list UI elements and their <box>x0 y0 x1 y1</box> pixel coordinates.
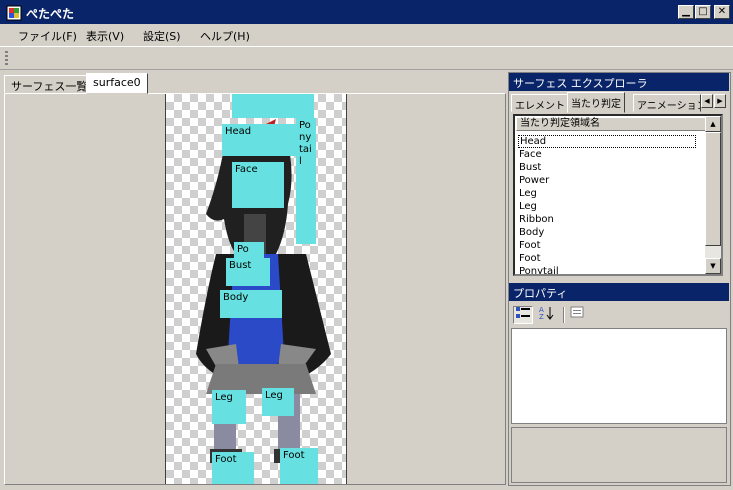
categorized-button[interactable] <box>513 306 533 324</box>
tab-surface0[interactable]: surface0 <box>86 73 148 94</box>
tab-animation-label: アニメーション <box>637 101 701 112</box>
properties-toolbar: A Z <box>509 303 729 327</box>
title-bar: ぺたぺた ▁ □ ✕ <box>0 0 733 24</box>
close-icon: ✕ <box>717 6 727 17</box>
maximize-icon: □ <box>698 6 708 17</box>
close-button[interactable]: ✕ <box>714 5 730 19</box>
tab-element[interactable]: エレメント <box>511 94 569 112</box>
surface-editor-panel: Head Pony tail Face Po Bust Body Leg Leg… <box>4 93 506 485</box>
properties-title: プロパティ <box>509 283 729 301</box>
menu-view[interactable]: 表示(V) <box>86 28 124 44</box>
categorized-icon <box>516 307 530 318</box>
tab-element-label: エレメント <box>515 101 565 112</box>
app-icon <box>6 5 22 21</box>
property-pages-icon <box>570 306 584 318</box>
list-item[interactable]: Head <box>518 135 696 148</box>
tab-surface0-label: surface0 <box>93 76 141 89</box>
explorer-tabs: エレメント 当たり判定 アニメーション ◀ ▶ <box>509 92 729 113</box>
scroll-thumb[interactable] <box>705 132 721 246</box>
hit-region-head[interactable]: Head <box>222 124 296 156</box>
toolbar-separator <box>563 307 565 323</box>
collision-list[interactable]: 当たり判定領域名 Head Face Bust Power Leg Leg Ri… <box>513 114 723 276</box>
arrow-left-icon: ◀ <box>704 97 710 105</box>
minimize-icon: ▁ <box>682 6 690 17</box>
list-scrollbar[interactable]: ▲ ▼ <box>705 116 721 274</box>
list-item[interactable]: Body <box>519 226 544 239</box>
window-title: ぺたぺた <box>26 7 75 21</box>
hit-region-power[interactable]: Po <box>234 242 264 258</box>
list-item[interactable]: Face <box>519 148 542 161</box>
toolbar <box>0 46 733 70</box>
tab-collision[interactable]: 当たり判定 <box>567 92 625 113</box>
list-item[interactable]: Leg <box>519 200 537 213</box>
menu-settings[interactable]: 設定(S) <box>143 28 181 44</box>
property-pages-button[interactable] <box>567 306 587 324</box>
hit-region-foot-right[interactable]: Foot <box>280 448 318 484</box>
list-column-header[interactable]: 当たり判定領域名 <box>516 117 706 131</box>
arrow-up-icon: ▲ <box>710 120 716 128</box>
tab-collision-label: 当たり判定 <box>571 99 621 110</box>
property-grid[interactable] <box>511 328 727 424</box>
arrow-down-icon: ▼ <box>710 262 716 270</box>
sort-alphabetical-icon: A Z <box>539 306 554 321</box>
svg-text:Z: Z <box>539 313 544 320</box>
hit-region-ponytail[interactable]: Pony tail <box>296 118 316 244</box>
scroll-up-button[interactable]: ▲ <box>705 116 721 132</box>
tab-scroll-left-button[interactable]: ◀ <box>701 94 713 108</box>
arrow-right-icon: ▶ <box>717 97 723 105</box>
list-item[interactable]: Ponytail <box>519 265 559 274</box>
alphabetical-button[interactable]: A Z <box>537 306 557 324</box>
list-item[interactable]: Foot <box>519 239 541 252</box>
tab-surface-list-label: サーフェス一覧 <box>11 80 88 93</box>
tab-surface-list[interactable]: サーフェス一覧 <box>4 75 95 93</box>
list-item[interactable]: Foot <box>519 252 541 265</box>
scroll-down-button[interactable]: ▼ <box>705 258 721 274</box>
list-item[interactable]: Bust <box>519 161 541 174</box>
menu-bar: ファイル(F) 表示(V) 設定(S) ヘルプ(H) <box>0 24 733 46</box>
hit-region-foot-left[interactable]: Foot <box>212 452 254 484</box>
menu-help[interactable]: ヘルプ(H) <box>200 28 250 44</box>
surface-explorer-title: サーフェス エクスプローラ <box>509 73 729 91</box>
hit-region-ribbon[interactable] <box>232 94 314 118</box>
menu-file[interactable]: ファイル(F) <box>18 28 77 44</box>
hit-region-face[interactable]: Face <box>232 162 284 208</box>
tab-animation[interactable]: アニメーション <box>633 94 701 112</box>
hit-region-bust[interactable]: Bust <box>226 258 270 286</box>
property-description-pane <box>511 427 727 483</box>
surface-canvas[interactable]: Head Pony tail Face Po Bust Body Leg Leg… <box>165 94 347 484</box>
maximize-button[interactable]: □ <box>695 5 711 19</box>
hit-region-leg-right[interactable]: Leg <box>262 388 294 416</box>
tab-scroll-right-button[interactable]: ▶ <box>714 94 726 108</box>
hit-region-leg-left[interactable]: Leg <box>212 390 246 424</box>
toolbar-grip[interactable] <box>5 51 8 65</box>
hit-region-body[interactable]: Body <box>220 290 282 318</box>
list-item[interactable]: Ribbon <box>519 213 554 226</box>
minimize-button[interactable]: ▁ <box>678 5 694 19</box>
list-item[interactable]: Power <box>519 174 549 187</box>
list-item[interactable]: Leg <box>519 187 537 200</box>
